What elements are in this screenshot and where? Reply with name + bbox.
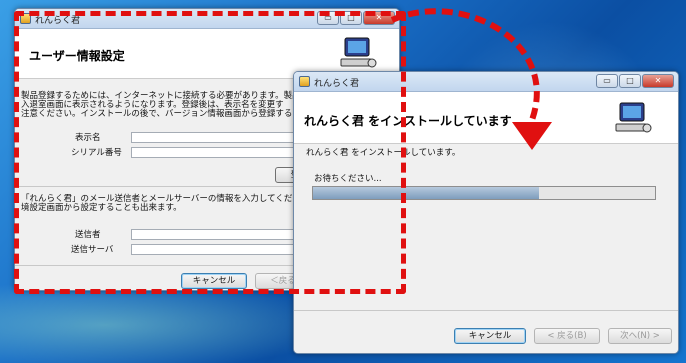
close-button[interactable]: ✕ (363, 11, 395, 25)
window-title: れんらく君 (35, 16, 81, 26)
server-label: 送信サーバ (71, 245, 114, 255)
window-title: れんらく君 (314, 79, 360, 89)
minimize-button[interactable]: ▭ (317, 11, 339, 25)
wait-text: お待ちください... (314, 174, 382, 184)
app-icon (20, 13, 31, 24)
window-controls: ▭ □ ✕ (596, 74, 674, 88)
serial-label: シリアル番号 (71, 148, 122, 158)
display-name-label: 表示名 (75, 133, 101, 143)
intro-line: 注意ください。インストールの後で、バージョン情報画面から登録するこ (21, 109, 301, 119)
sender-label: 送信者 (75, 230, 101, 240)
install-progress-bar (312, 186, 656, 200)
page-title: れんらく君 をインストールしています (304, 114, 512, 128)
close-button[interactable]: ✕ (642, 74, 674, 88)
install-progress-window: れんらく君 ▭ □ ✕ れんらく君 をインストールしています れんらく君 をイン… (293, 71, 679, 354)
app-icon (299, 76, 310, 87)
progress-fill (313, 187, 539, 199)
install-titlebar[interactable]: れんらく君 ▭ □ ✕ (294, 72, 678, 92)
back-button[interactable]: < 戻る(B) (534, 328, 600, 344)
mail-line: 境設定画面から設定することも出来ます。 (21, 203, 182, 213)
install-body: れんらく君 をインストールしています。 お待ちください... キャンセル < 戻… (294, 144, 678, 353)
page-title: ユーザー情報設定 (29, 49, 125, 63)
install-header: れんらく君 をインストールしています (294, 92, 678, 144)
maximize-button[interactable]: □ (340, 11, 362, 25)
minimize-button[interactable]: ▭ (596, 74, 618, 88)
cancel-button[interactable]: キャンセル (454, 328, 526, 344)
maximize-button[interactable]: □ (619, 74, 641, 88)
window-controls: ▭ □ ✕ (317, 11, 395, 25)
divider (294, 310, 678, 311)
computer-icon (615, 102, 652, 133)
user-info-titlebar[interactable]: れんらく君 ▭ □ ✕ (15, 9, 399, 29)
status-text: れんらく君 をインストールしています。 (306, 148, 461, 158)
computer-icon (340, 37, 377, 68)
next-button[interactable]: 次へ(N) > (608, 328, 672, 344)
cancel-button[interactable]: キャンセル (181, 273, 247, 289)
